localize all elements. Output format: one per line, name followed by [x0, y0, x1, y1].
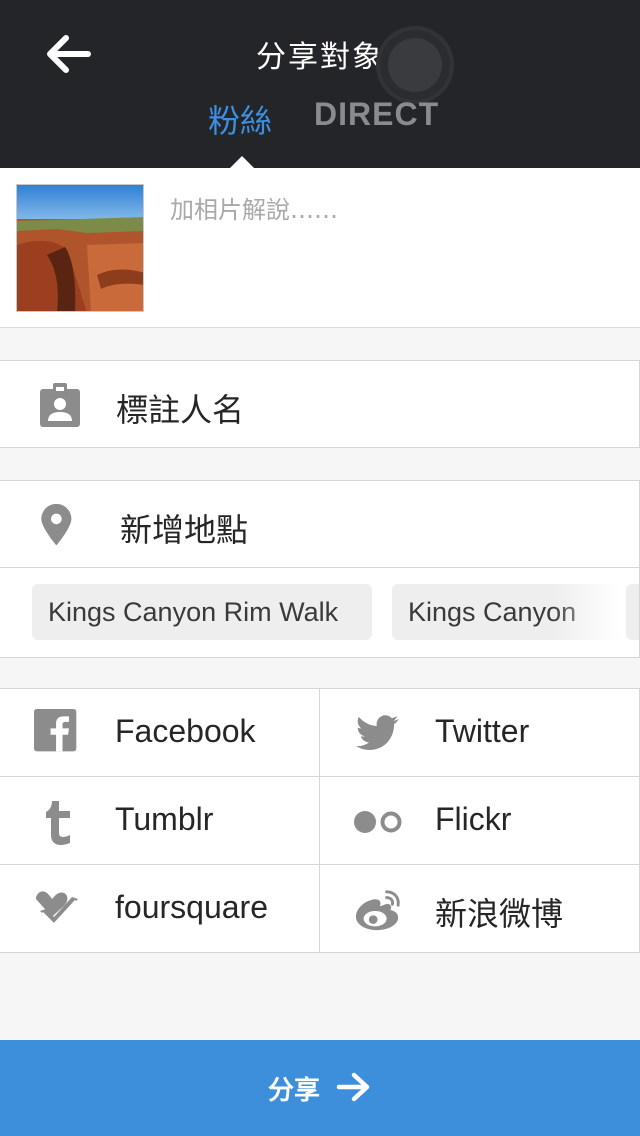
tumblr-icon	[46, 801, 70, 845]
top-bar: 分享對象 粉絲 DIRECT	[0, 0, 640, 168]
tag-people-row[interactable]: 標註人名	[0, 360, 640, 448]
location-chip-label: Kings Canyon Rim Walk	[48, 597, 339, 627]
share-foursquare[interactable]: foursquare	[0, 865, 320, 953]
location-chip[interactable]: Kings Canyon Rim Walk	[32, 584, 372, 640]
add-location-row[interactable]: 新增地點	[0, 480, 640, 568]
share-label: Facebook	[115, 713, 256, 749]
caption-input[interactable]	[170, 190, 620, 230]
tab-followers[interactable]: 粉絲	[208, 96, 272, 142]
share-label: Tumblr	[115, 801, 214, 837]
add-location-label: 新增地點	[120, 511, 249, 549]
assistive-touch-button[interactable]	[380, 30, 450, 100]
share-label: 新浪微博	[435, 895, 564, 933]
location-chip[interactable]: Kings Canyon	[392, 584, 622, 640]
tag-people-label: 標註人名	[116, 391, 245, 429]
foursquare-icon	[36, 891, 78, 928]
location-chip[interactable]	[626, 584, 639, 640]
share-targets: Facebook Twitter Tumblr Flickr foursquar…	[0, 688, 640, 953]
photo-thumbnail	[16, 184, 144, 312]
share-button[interactable]: 分享	[0, 1040, 640, 1136]
person-badge-icon	[40, 383, 80, 427]
flickr-icon	[354, 811, 402, 833]
share-label: foursquare	[115, 889, 268, 925]
location-suggestions: Kings Canyon Rim Walk Kings Canyon	[0, 568, 640, 658]
active-tab-indicator	[230, 156, 254, 168]
share-label: Twitter	[435, 713, 530, 749]
share-flickr[interactable]: Flickr	[320, 777, 640, 865]
page-title: 分享對象	[256, 40, 384, 75]
arrow-right-icon	[336, 1072, 370, 1102]
share-tumblr[interactable]: Tumblr	[0, 777, 320, 865]
share-facebook[interactable]: Facebook	[0, 689, 320, 777]
share-label: Flickr	[435, 801, 512, 837]
weibo-icon	[355, 890, 400, 931]
map-pin-icon	[41, 503, 72, 546]
caption-section	[0, 168, 640, 328]
tab-direct[interactable]: DIRECT	[314, 96, 439, 133]
twitter-icon	[356, 715, 399, 750]
facebook-icon	[34, 709, 77, 752]
share-twitter[interactable]: Twitter	[320, 689, 640, 777]
share-button-label: 分享	[268, 1076, 321, 1106]
location-chip-label: Kings Canyon	[408, 597, 577, 627]
share-weibo[interactable]: 新浪微博	[320, 865, 640, 953]
